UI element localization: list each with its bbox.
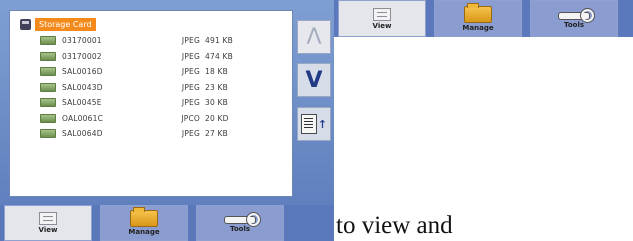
- file-row[interactable]: SAL0016D JPEG 18 KB: [40, 64, 260, 80]
- image-file-icon: [40, 67, 56, 77]
- file-type: JPEG: [181, 67, 200, 77]
- view-button[interactable]: View: [4, 205, 92, 241]
- manage-button[interactable]: Manage: [100, 205, 188, 241]
- view-icon: [373, 7, 391, 21]
- properties-icon: [300, 114, 317, 134]
- file-name: 03170002: [62, 51, 102, 61]
- file-list: 03170001 JPEG 491 KB 03170002 JPEG 474 K…: [40, 33, 260, 142]
- top-toolbar: View Manage Tools: [334, 0, 633, 37]
- scroll-up-button[interactable]: Λ: [297, 20, 331, 54]
- file-browser-panel: Storage Card 03170001 JPEG 491 KB 031700…: [9, 10, 293, 197]
- image-file-icon: [40, 36, 56, 46]
- file-row[interactable]: 03170002 JPEG 474 KB: [40, 49, 260, 65]
- manage-label: Manage: [462, 23, 494, 32]
- file-row[interactable]: SAL0043D JPEG 23 KB: [40, 80, 260, 96]
- image-file-icon: [40, 82, 56, 92]
- file-name: SAL0016D: [62, 67, 103, 77]
- file-name: 03170001: [62, 36, 102, 46]
- file-row[interactable]: OAL0061C JPCO 20 KD: [40, 111, 260, 127]
- caption-text: to view and: [336, 212, 453, 239]
- chevron-up-icon: Λ: [306, 24, 322, 50]
- storage-card-icon: [20, 18, 31, 30]
- tools-label: Tools: [563, 20, 585, 29]
- view-button[interactable]: View: [338, 0, 426, 37]
- view-icon: [39, 212, 57, 225]
- file-size: 23 KB: [205, 82, 228, 92]
- file-size: 27 KB: [205, 129, 228, 139]
- image-file-icon: [40, 113, 56, 123]
- image-file-icon: [40, 51, 56, 61]
- storage-card-row[interactable]: Storage Card: [20, 17, 96, 31]
- file-type: JPEG: [181, 51, 200, 61]
- folder-icon: [464, 2, 492, 23]
- file-name: SAL0064D: [62, 129, 103, 139]
- manage-button[interactable]: Manage: [434, 0, 522, 37]
- file-size: 491 KB: [205, 36, 233, 46]
- image-file-icon: [40, 129, 56, 139]
- properties-button[interactable]: ↑: [297, 107, 331, 141]
- bottom-toolbar: View Manage Tools: [0, 205, 334, 241]
- folder-icon: [130, 207, 158, 227]
- tools-button[interactable]: Tools: [196, 205, 284, 241]
- file-type: JPEG: [181, 36, 200, 46]
- wrench-icon: [558, 7, 595, 23]
- file-row[interactable]: SAL0064D JPEG 27 KB: [40, 126, 260, 142]
- file-name: SAL0045E: [62, 98, 102, 108]
- file-size: 18 KB: [205, 67, 228, 77]
- image-file-icon: [40, 98, 56, 108]
- tools-label: Tools: [229, 225, 251, 233]
- file-type: JPCO: [181, 113, 200, 123]
- device-screen: Storage Card 03170001 JPEG 491 KB 031700…: [0, 0, 334, 241]
- view-label: View: [372, 21, 392, 30]
- file-row[interactable]: SAL0045E JPEG 30 KB: [40, 95, 260, 111]
- storage-card-label: Storage Card: [35, 17, 96, 31]
- file-type: JPEG: [181, 82, 200, 92]
- manage-label: Manage: [128, 228, 160, 236]
- device-frame: Storage Card 03170001 JPEG 491 KB 031700…: [0, 0, 334, 205]
- file-size: 20 KD: [205, 113, 229, 123]
- file-type: JPEG: [181, 98, 200, 108]
- file-name: OAL0061C: [62, 113, 104, 123]
- arrow-up-icon: ↑: [317, 117, 328, 131]
- scroll-down-button[interactable]: V: [297, 63, 331, 97]
- file-type: JPEG: [181, 129, 200, 139]
- view-label: View: [38, 226, 58, 234]
- tools-button[interactable]: Tools: [530, 0, 618, 37]
- wrench-icon: [224, 212, 261, 227]
- chevron-down-icon: V: [305, 67, 323, 93]
- file-row[interactable]: 03170001 JPEG 491 KB: [40, 33, 260, 49]
- file-name: SAL0043D: [62, 82, 103, 92]
- file-size: 474 KB: [205, 51, 233, 61]
- file-size: 30 KB: [205, 98, 228, 108]
